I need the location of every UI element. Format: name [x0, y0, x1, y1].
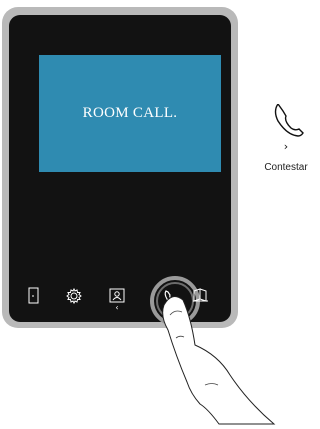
answer-label: Contestar [264, 162, 308, 173]
chevron-right-icon: › [284, 140, 288, 153]
phone-icon: › [274, 102, 304, 153]
answer-legend: › Contestar [254, 102, 318, 174]
pointing-hand [162, 295, 276, 425]
